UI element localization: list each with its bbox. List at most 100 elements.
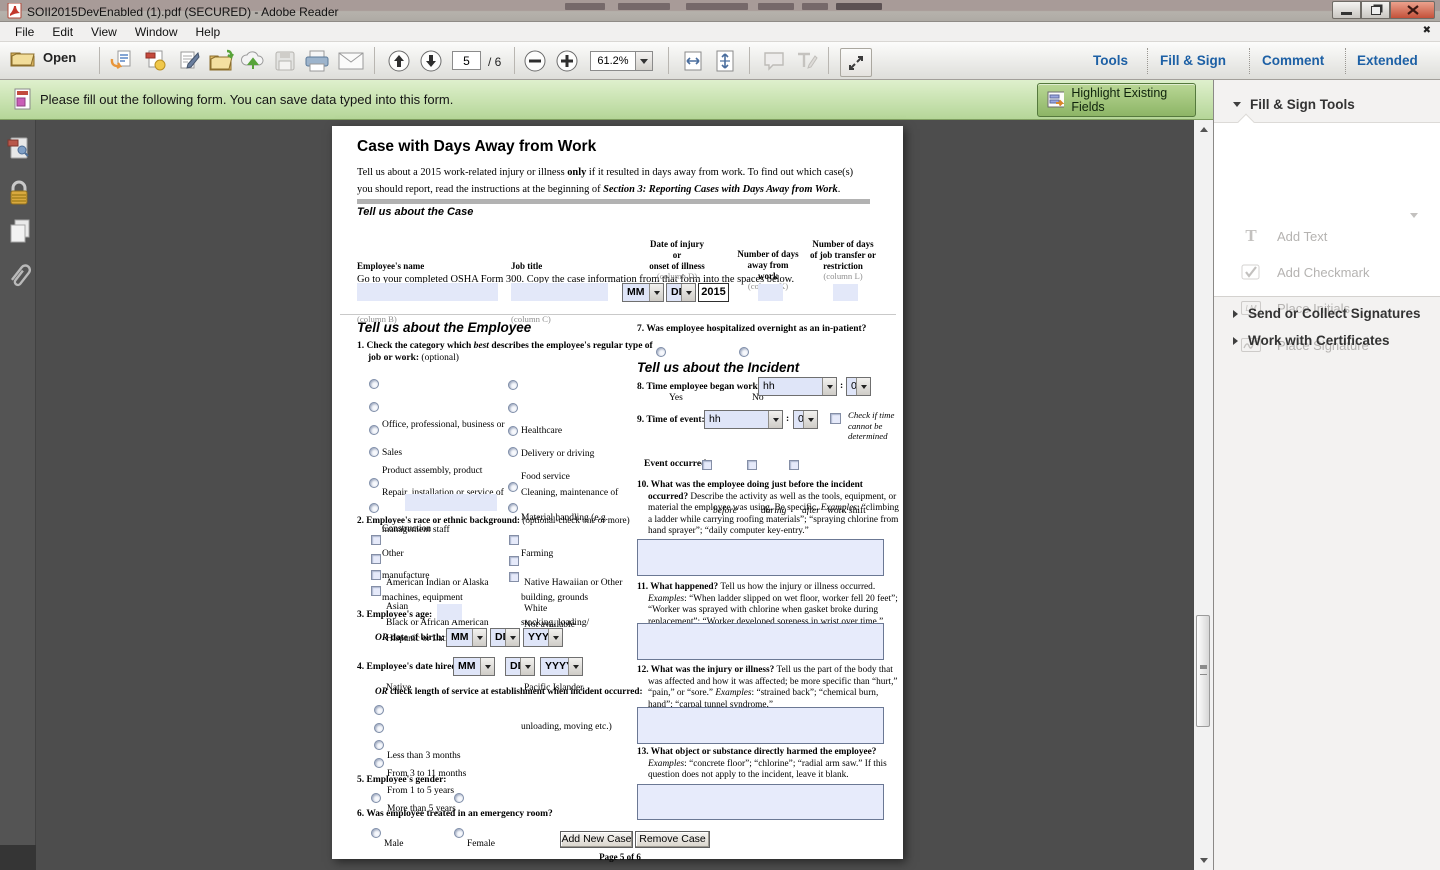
dropdown-button[interactable] [649, 284, 663, 301]
checkbox-american-indian[interactable] [371, 535, 381, 545]
share-file-button[interactable] [107, 49, 135, 73]
employee-name-field[interactable] [357, 283, 498, 301]
comment-button[interactable] [760, 49, 788, 73]
radio-male[interactable] [371, 793, 381, 803]
radio-female[interactable] [454, 793, 464, 803]
radio-office-staff[interactable] [369, 379, 379, 389]
checkbox-asian[interactable] [371, 554, 381, 564]
fullscreen-button[interactable] [840, 48, 872, 77]
fit-width-button[interactable] [679, 49, 707, 73]
add-checkmark-tool[interactable]: Add Checkmark [1240, 261, 1369, 283]
highlight-existing-fields-button[interactable]: Highlight Existing Fields [1037, 83, 1196, 117]
birth-month-select[interactable]: MM [446, 628, 487, 647]
fill-sign-tools-header[interactable]: Fill & Sign Tools [1233, 97, 1355, 112]
scroll-down-button[interactable] [1194, 852, 1213, 868]
radio-farming[interactable] [508, 503, 518, 513]
checkbox-during-shift[interactable] [747, 460, 757, 470]
dropdown-button[interactable] [548, 629, 562, 646]
event-hour-select[interactable]: hh [704, 410, 783, 429]
event-minute-select[interactable]: 00 [793, 410, 818, 429]
other-job-field[interactable] [405, 494, 497, 511]
dropdown-button[interactable] [520, 658, 534, 675]
radio-hospitalized-yes[interactable] [656, 347, 666, 357]
activity-before-incident-textarea[interactable] [637, 539, 884, 576]
dropdown-button[interactable] [856, 378, 870, 395]
tab-tools[interactable]: Tools [1093, 53, 1128, 68]
radio-delivery-driving[interactable] [508, 403, 518, 413]
what-happened-textarea[interactable] [637, 623, 884, 660]
scrollbar-thumb[interactable] [1196, 615, 1210, 727]
send-collect-signatures-section[interactable]: Send or Collect Signatures [1233, 306, 1421, 321]
checkbox-not-available[interactable] [509, 572, 519, 582]
dropdown-button[interactable] [768, 411, 782, 428]
hired-year-select[interactable]: YYYY [540, 657, 583, 676]
radio-repair-installation[interactable] [369, 447, 379, 457]
fit-page-button[interactable] [711, 49, 739, 73]
text-edits-button[interactable] [792, 49, 820, 73]
radio-hospitalized-no[interactable] [739, 347, 749, 357]
restore-button[interactable] [1361, 1, 1390, 19]
radio-healthcare[interactable] [508, 380, 518, 390]
next-page-button[interactable] [417, 49, 445, 73]
injury-day-select[interactable]: DD [666, 283, 696, 302]
zoom-in-button[interactable] [553, 49, 581, 73]
radio-product-assembly[interactable] [369, 425, 379, 435]
injury-illness-textarea[interactable] [637, 707, 884, 744]
pages-icon[interactable] [8, 218, 32, 244]
dropdown-button[interactable] [472, 629, 486, 646]
close-button[interactable] [1390, 1, 1435, 19]
menu-edit[interactable]: Edit [43, 23, 82, 41]
checkbox-black-african-american[interactable] [371, 570, 381, 580]
radio-er-no[interactable] [454, 828, 464, 838]
zoom-out-button[interactable] [521, 49, 549, 73]
cloud-upload-button[interactable] [239, 49, 267, 73]
save-button[interactable] [271, 49, 299, 73]
radio-other[interactable] [369, 503, 379, 513]
add-new-case-button[interactable]: Add New Case [560, 831, 633, 848]
dropdown-button[interactable] [803, 411, 817, 428]
dropdown-button[interactable] [681, 284, 695, 301]
hired-day-select[interactable]: DD [505, 657, 535, 676]
remove-case-button[interactable]: Remove Case [635, 831, 710, 848]
work-with-certificates-section[interactable]: Work with Certificates [1233, 333, 1390, 348]
vertical-scrollbar[interactable] [1193, 120, 1213, 870]
began-work-hour-select[interactable]: hh [758, 377, 837, 396]
checkbox-hispanic-latino[interactable] [371, 586, 381, 596]
menu-view[interactable]: View [82, 23, 126, 41]
sign-document-button[interactable] [175, 49, 203, 73]
minimize-button[interactable] [1332, 1, 1361, 19]
save-to-cloud-folder-button[interactable] [207, 49, 235, 73]
scroll-up-button[interactable] [1194, 121, 1213, 137]
email-button[interactable] [337, 49, 365, 73]
radio-less-3-months[interactable] [374, 705, 384, 715]
hired-month-select[interactable]: MM [453, 657, 495, 676]
injury-month-select[interactable]: MM [622, 283, 664, 302]
job-transfer-field[interactable] [833, 284, 858, 301]
checkbox-white[interactable] [509, 556, 519, 566]
began-work-minute-select[interactable]: 00 [846, 377, 871, 396]
employee-age-field[interactable] [437, 604, 462, 620]
checkbox-after-shift[interactable] [789, 460, 799, 470]
create-pdf-button[interactable] [141, 49, 169, 73]
birth-day-select[interactable]: DD [490, 628, 520, 647]
radio-er-yes[interactable] [371, 828, 381, 838]
checkbox-before-shift[interactable] [702, 460, 712, 470]
print-button[interactable] [303, 49, 331, 73]
radio-more-5-years[interactable] [374, 758, 384, 768]
menubar-close-icon[interactable]: ✖ [1423, 25, 1431, 36]
radio-1-to-5-years[interactable] [374, 740, 384, 750]
radio-sales[interactable] [369, 402, 379, 412]
signature-dropdown-button[interactable] [1410, 218, 1418, 236]
dropdown-button[interactable] [822, 378, 836, 395]
open-button[interactable]: Open [10, 48, 76, 67]
page-thumbnails-icon[interactable] [7, 136, 31, 162]
attachments-paperclip-icon[interactable] [9, 260, 31, 292]
checkbox-native-hawaiian[interactable] [509, 535, 519, 545]
object-substance-textarea[interactable] [637, 784, 884, 820]
add-text-tool[interactable]: T Add Text [1240, 225, 1327, 247]
menu-help[interactable]: Help [187, 23, 230, 41]
radio-3-to-11-months[interactable] [374, 723, 384, 733]
radio-food-service[interactable] [508, 426, 518, 436]
security-lock-icon[interactable] [8, 180, 30, 206]
previous-page-button[interactable] [385, 49, 413, 73]
